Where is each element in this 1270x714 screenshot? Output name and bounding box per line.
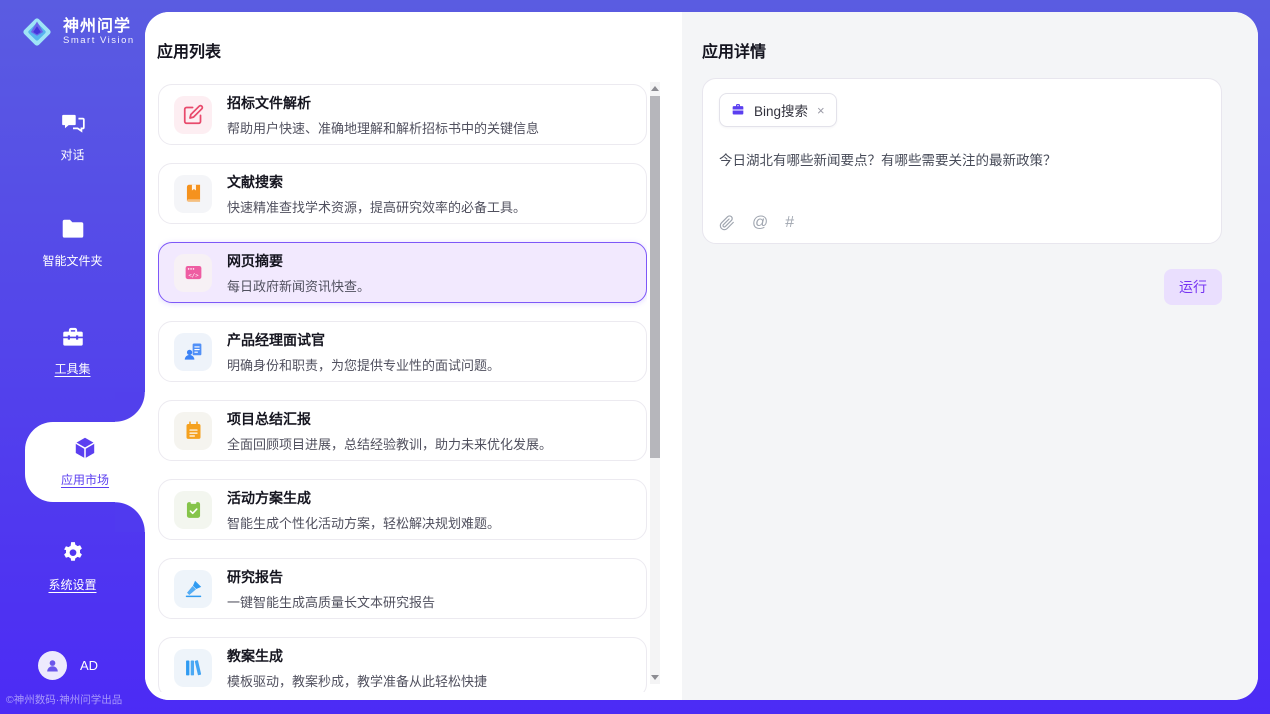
tool-tag-close-icon[interactable]: × <box>816 103 826 118</box>
tool-tag-bing-search[interactable]: Bing搜索 × <box>719 93 837 127</box>
paperclip-icon[interactable] <box>719 215 735 231</box>
person-icon <box>44 657 61 674</box>
cube-icon <box>72 435 98 461</box>
app-card-lesson-plan[interactable]: 教案生成 模板驱动，教案秒成，教学准备从此轻松快捷 <box>158 637 647 692</box>
brand-tagline: Smart Vision <box>63 36 135 46</box>
report-calendar-icon <box>174 412 212 450</box>
sidebar-item-label: 应用市场 <box>25 471 145 488</box>
books-icon <box>174 649 212 687</box>
user-initials: AD <box>80 658 98 673</box>
gear-icon <box>60 540 86 566</box>
app-card-bid-parse[interactable]: 招标文件解析 帮助用户快速、准确地理解和解析招标书中的关键信息 <box>158 84 647 145</box>
app-card-name: 网页摘要 <box>227 251 370 271</box>
app-card-list: 招标文件解析 帮助用户快速、准确地理解和解析招标书中的关键信息 文献搜索 快速精… <box>158 84 647 692</box>
scrollbar-up-arrow-icon[interactable] <box>651 86 659 91</box>
list-scrollbar <box>650 82 660 684</box>
book-icon <box>174 175 212 213</box>
sidebar: 神州问学 Smart Vision 对话 智能文件夹 工具集 应用市场 <box>0 0 145 714</box>
tool-tag-label: Bing搜索 <box>754 100 808 120</box>
main-container: 应用列表 招标文件解析 帮助用户快速、准确地理解和解析招标书中的关键信息 <box>145 12 1258 700</box>
scrollbar-down-arrow-icon[interactable] <box>651 675 659 680</box>
clipboard-check-icon <box>174 491 212 529</box>
app-detail-title: 应用详情 <box>702 38 1222 62</box>
app-card-name: 教案生成 <box>227 646 487 666</box>
app-card-name: 研究报告 <box>227 567 435 587</box>
app-card-name: 招标文件解析 <box>227 93 539 113</box>
toolbox-icon <box>60 324 86 350</box>
svg-text:</>: </> <box>188 273 199 279</box>
app-card-event-plan[interactable]: 活动方案生成 智能生成个性化活动方案，轻松解决规划难题。 <box>158 479 647 540</box>
app-card-description: 每日政府新闻资讯快查。 <box>227 276 370 295</box>
user-area: AD <box>38 651 98 680</box>
app-card-name: 文献搜索 <box>227 172 526 192</box>
app-card-research-report[interactable]: 研究报告 一键智能生成高质量长文本研究报告 <box>158 558 647 619</box>
app-list-title: 应用列表 <box>157 38 221 62</box>
scrollbar-thumb[interactable] <box>650 96 660 458</box>
run-button[interactable]: 运行 <box>1164 269 1222 305</box>
brand-name: 神州问学 <box>63 18 135 36</box>
sidebar-item-label: 系统设置 <box>0 576 145 593</box>
app-card-description: 快速精准查找学术资源，提高研究效率的必备工具。 <box>227 197 526 216</box>
sidebar-item-settings[interactable]: 系统设置 <box>0 540 145 593</box>
attachment-toolbar: @ # <box>719 215 1205 231</box>
at-icon[interactable]: @ <box>752 215 768 231</box>
edit-document-icon <box>174 96 212 134</box>
app-card-project-summary[interactable]: 项目总结汇报 全面回顾项目进展，总结经验教训，助力未来优化发展。 <box>158 400 647 461</box>
app-card-description: 帮助用户快速、准确地理解和解析招标书中的关键信息 <box>227 118 539 137</box>
sidebar-item-app-market[interactable]: 应用市场 <box>25 422 145 502</box>
app-card-description: 智能生成个性化活动方案，轻松解决规划难题。 <box>227 513 500 532</box>
diamond-logo-icon <box>18 13 56 51</box>
app-card-description: 一键智能生成高质量长文本研究报告 <box>227 592 435 611</box>
copyright-footer: ©神州数码·神州问学出品 <box>6 692 122 707</box>
sidebar-item-label: 智能文件夹 <box>0 252 145 269</box>
app-card-description: 明确身份和职责，为您提供专业性的面试问题。 <box>227 355 500 374</box>
app-detail-panel: 应用详情 Bing搜索 × 今日湖北有哪些新闻要点？有哪些需要关注的最新政策？ … <box>682 12 1258 700</box>
sidebar-item-toolkit[interactable]: 工具集 <box>0 324 145 377</box>
app-card-pm-interviewer[interactable]: 产品经理面试官 明确身份和职责，为您提供专业性的面试问题。 <box>158 321 647 382</box>
prompt-card: Bing搜索 × 今日湖北有哪些新闻要点？有哪些需要关注的最新政策？ @ # <box>702 78 1222 244</box>
user-avatar[interactable] <box>38 651 67 680</box>
hash-icon[interactable]: # <box>785 215 794 231</box>
interviewer-icon <box>174 333 212 371</box>
sidebar-item-label: 工具集 <box>0 360 145 377</box>
briefcase-icon <box>730 102 746 118</box>
run-row: 运行 <box>702 269 1222 305</box>
app-card-description: 模板驱动，教案秒成，教学准备从此轻松快捷 <box>227 671 487 690</box>
app-card-name: 活动方案生成 <box>227 488 500 508</box>
browser-code-icon: </> <box>174 254 212 292</box>
sidebar-item-label: 对话 <box>0 146 145 163</box>
sidebar-item-chat[interactable]: 对话 <box>0 110 145 163</box>
folder-icon <box>60 216 86 242</box>
app-list-panel: 应用列表 招标文件解析 帮助用户快速、准确地理解和解析招标书中的关键信息 <box>145 12 682 700</box>
brand-logo: 神州问学 Smart Vision <box>18 13 135 51</box>
research-pen-icon <box>174 570 212 608</box>
app-card-description: 全面回顾项目进展，总结经验教训，助力未来优化发展。 <box>227 434 552 453</box>
sidebar-item-smart-folder[interactable]: 智能文件夹 <box>0 216 145 269</box>
question-input[interactable]: 今日湖北有哪些新闻要点？有哪些需要关注的最新政策？ <box>719 149 1205 169</box>
app-card-web-summary[interactable]: </> 网页摘要 每日政府新闻资讯快查。 <box>158 242 647 303</box>
app-card-name: 项目总结汇报 <box>227 409 552 429</box>
app-card-literature-search[interactable]: 文献搜索 快速精准查找学术资源，提高研究效率的必备工具。 <box>158 163 647 224</box>
app-card-name: 产品经理面试官 <box>227 330 500 350</box>
chat-icon <box>60 110 86 136</box>
